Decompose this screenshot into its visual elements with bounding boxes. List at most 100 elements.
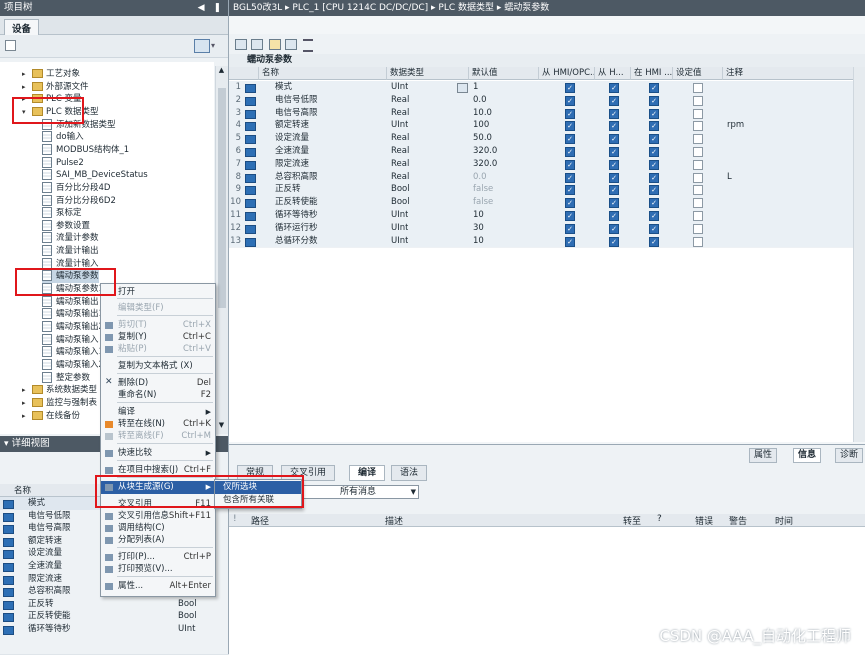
checkbox-checked[interactable]: ✓ bbox=[565, 108, 575, 119]
cell-default[interactable]: 320.0 bbox=[473, 145, 497, 158]
table-row[interactable]: 6 全速流量 Real 320.0 ✓ ✓ ✓ bbox=[229, 145, 865, 159]
table-row[interactable]: 10 正反转使能 Bool false ✓ ✓ ✓ bbox=[229, 196, 865, 210]
checkbox-checked[interactable]: ✓ bbox=[609, 108, 619, 119]
menu-item[interactable]: 快速比较 ▶ bbox=[101, 447, 215, 460]
cell-default[interactable]: 0.0 bbox=[473, 171, 487, 184]
menu-item[interactable]: 属性... Alt+Enter bbox=[101, 580, 215, 593]
column-header[interactable]: 在 HMI ... bbox=[631, 67, 673, 80]
tab-properties[interactable]: 属性 bbox=[749, 448, 778, 463]
checkbox-checked[interactable]: ✓ bbox=[649, 83, 659, 93]
checkbox-checked[interactable]: ✓ bbox=[609, 83, 619, 93]
menu-item[interactable]: 转至离线(F) Ctrl+M bbox=[101, 430, 215, 443]
checkbox-checked[interactable]: ✓ bbox=[609, 198, 619, 209]
tree-item[interactable]: 整定参数 bbox=[42, 371, 90, 385]
checkbox-checked[interactable]: ✓ bbox=[609, 236, 619, 247]
cell-default[interactable]: 30 bbox=[473, 222, 484, 235]
overview-icon[interactable] bbox=[194, 39, 210, 53]
tab-devices[interactable]: 设备 bbox=[4, 19, 40, 36]
cell-comment[interactable]: rpm bbox=[727, 119, 744, 132]
table-row[interactable]: 8 总容积高限 Real 0.0 ✓ ✓ ✓ L bbox=[229, 170, 865, 185]
checkbox-checked[interactable]: ✓ bbox=[609, 211, 619, 221]
tree-item[interactable]: 泵标定 bbox=[42, 207, 82, 220]
details-row[interactable]: 正反转使能 Bool bbox=[0, 610, 216, 623]
checkbox-checked[interactable]: ✓ bbox=[649, 159, 659, 170]
collapsed-arrow-icon[interactable]: ▸ bbox=[22, 68, 32, 81]
add-row-icon[interactable] bbox=[251, 39, 263, 50]
tab-info[interactable]: 信息 bbox=[793, 448, 822, 463]
column-header[interactable]: 设定值 bbox=[673, 67, 723, 80]
checkbox-checked[interactable]: ✓ bbox=[609, 185, 619, 196]
checkbox-unchecked[interactable] bbox=[693, 159, 703, 170]
checkbox-checked[interactable]: ✓ bbox=[565, 211, 575, 221]
checkbox-checked[interactable]: ✓ bbox=[565, 185, 575, 196]
cell-default[interactable]: false bbox=[473, 183, 493, 196]
tree-item[interactable]: ▸ 外部源文件 bbox=[22, 81, 89, 94]
menu-item[interactable]: 打开 bbox=[101, 286, 215, 299]
checkbox-checked[interactable]: ✓ bbox=[609, 147, 619, 157]
details-row[interactable]: 循环等待秒 UInt bbox=[0, 623, 216, 636]
tree-item[interactable]: SAI_MB_DeviceStatus bbox=[42, 169, 148, 182]
checkbox-checked[interactable]: ✓ bbox=[565, 236, 575, 247]
tree-item[interactable]: Pulse2 bbox=[42, 156, 84, 170]
checkbox-unchecked[interactable] bbox=[693, 236, 703, 247]
checkbox-checked[interactable]: ✓ bbox=[649, 198, 659, 209]
checkbox-unchecked[interactable] bbox=[693, 223, 703, 234]
checkbox-unchecked[interactable] bbox=[693, 172, 703, 183]
checkbox-checked[interactable]: ✓ bbox=[649, 134, 659, 145]
table-row[interactable]: 13 总循环分数 UInt 10 ✓ ✓ ✓ bbox=[229, 234, 865, 249]
column-header[interactable]: 默认值 bbox=[469, 67, 539, 80]
checkbox-checked[interactable]: ✓ bbox=[565, 223, 575, 234]
type-picker-icon[interactable] bbox=[457, 83, 468, 93]
table-row[interactable]: 3 电信号高限 Real 10.0 ✓ ✓ ✓ bbox=[229, 106, 865, 121]
details-row[interactable]: 正反转 Bool bbox=[0, 598, 216, 611]
column-header[interactable]: 从 HMI/OPC... bbox=[539, 67, 595, 80]
tree-item[interactable]: ▸ 在线备份 bbox=[22, 410, 80, 423]
dropdown-icon[interactable]: ▾ bbox=[211, 41, 215, 50]
collapse-icon[interactable]: ▾ bbox=[4, 439, 9, 449]
tree-item[interactable]: 蠕动泵输入 bbox=[42, 333, 99, 347]
tab-diagnostics[interactable]: 诊断 bbox=[835, 448, 864, 463]
cell-default[interactable]: 50.0 bbox=[473, 132, 492, 145]
tree-item[interactable]: 蠕动泵输出 bbox=[42, 295, 99, 309]
checkbox-checked[interactable]: ✓ bbox=[565, 159, 575, 170]
tree-item[interactable]: 流量计参数 bbox=[42, 232, 99, 245]
collapsed-arrow-icon[interactable]: ▸ bbox=[22, 397, 32, 410]
tree-item[interactable]: 蠕动泵输出1 bbox=[42, 308, 104, 321]
checkbox-checked[interactable]: ✓ bbox=[565, 147, 575, 157]
table-row[interactable]: 9 正反转 Bool false ✓ ✓ ✓ bbox=[229, 183, 865, 198]
column-header[interactable]: 注释 bbox=[723, 67, 865, 80]
checkbox-checked[interactable]: ✓ bbox=[565, 95, 575, 106]
cell-default[interactable]: 10.0 bbox=[473, 107, 492, 120]
checkbox-checked[interactable]: ✓ bbox=[649, 236, 659, 247]
checkbox-checked[interactable]: ✓ bbox=[609, 95, 619, 106]
monitor-icon[interactable] bbox=[285, 39, 297, 50]
table-row[interactable]: 2 电信号低限 Real 0.0 ✓ ✓ ✓ bbox=[229, 93, 865, 108]
checkbox-unchecked[interactable] bbox=[693, 83, 703, 93]
menu-item[interactable]: 打印预览(V)... bbox=[101, 563, 215, 576]
menu-item[interactable]: 编辑类型(F) bbox=[101, 302, 215, 315]
cell-default[interactable]: false bbox=[473, 196, 493, 209]
checkbox-checked[interactable]: ✓ bbox=[565, 134, 575, 145]
tree-item[interactable]: MODBUS结构体_1 bbox=[42, 143, 129, 157]
checkbox-checked[interactable]: ✓ bbox=[609, 172, 619, 183]
tab-syntax[interactable]: 语法 bbox=[391, 465, 428, 481]
tree-item[interactable]: 百分比分段4D bbox=[42, 181, 110, 195]
tree-item[interactable]: ▸ 监控与强制表 bbox=[22, 397, 97, 410]
table-row[interactable]: 12 循环运行秒 UInt 30 ✓ ✓ ✓ bbox=[229, 221, 865, 236]
checkbox-unchecked[interactable] bbox=[693, 134, 703, 145]
checkbox-checked[interactable]: ✓ bbox=[565, 121, 575, 132]
scroll-up-icon[interactable]: ▲ bbox=[217, 66, 226, 76]
tab-compile[interactable]: 编译 bbox=[349, 465, 386, 481]
checkbox-unchecked[interactable] bbox=[693, 198, 703, 209]
tree-scrollbar[interactable]: ▲ ▼ bbox=[215, 66, 228, 434]
checkbox-checked[interactable]: ✓ bbox=[649, 121, 659, 132]
checkbox-unchecked[interactable] bbox=[693, 147, 703, 157]
tree-item[interactable]: 流量计输出 bbox=[42, 245, 99, 258]
checkbox-checked[interactable]: ✓ bbox=[649, 147, 659, 157]
collapsed-arrow-icon[interactable]: ▸ bbox=[22, 81, 32, 94]
checkbox-checked[interactable]: ✓ bbox=[609, 134, 619, 145]
list-icon[interactable] bbox=[303, 39, 313, 52]
checkbox-unchecked[interactable] bbox=[693, 185, 703, 196]
cell-default[interactable]: 10 bbox=[473, 235, 484, 248]
chevron-down-icon[interactable]: ▼ bbox=[411, 486, 416, 498]
